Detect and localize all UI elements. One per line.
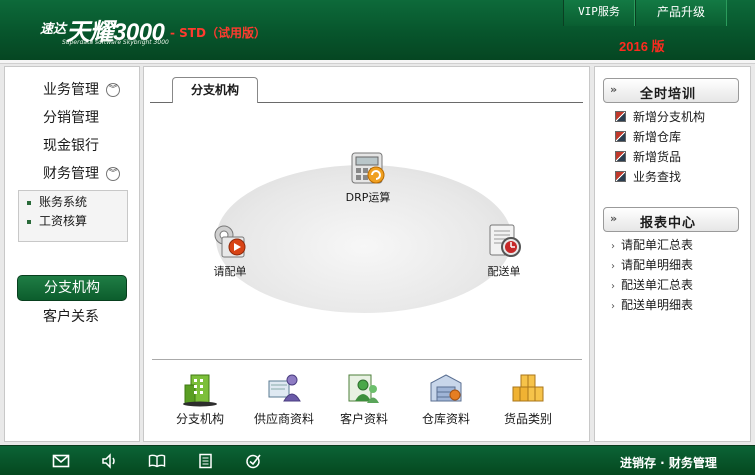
link-label: 新增分支机构 <box>633 110 706 124</box>
link-label: 新增货品 <box>633 150 682 164</box>
link-label: 业务查找 <box>633 170 682 184</box>
report-request-detail[interactable]: › 请配单明细表 <box>611 256 693 274</box>
report-label: 请配单明细表 <box>621 258 694 272</box>
book-icon <box>615 171 626 182</box>
bottom-item-label: 供应商资料 <box>253 412 314 426</box>
submenu-item-accounts[interactable]: 账务系统 <box>27 194 87 210</box>
report-center-header[interactable]: » 报表中心 <box>603 207 739 232</box>
left-sidebar: 业务管理 ︾ 分销管理 现金银行 财务管理 ︾ 账务系统 工资核算 分支机构 客… <box>4 66 140 442</box>
bottom-item-label: 货品类别 <box>503 412 552 426</box>
training-section-header[interactable]: » 全时培训 <box>603 78 739 103</box>
bullet-icon <box>27 200 31 205</box>
vip-service-button[interactable]: VIP服务 <box>563 0 635 26</box>
report-request-summary[interactable]: › 请配单汇总表 <box>611 236 693 254</box>
link-add-warehouse[interactable]: 新增仓库 <box>615 128 681 146</box>
warehouse-icon <box>430 374 462 402</box>
right-panel: » 全时培训 新增分支机构 新增仓库 新增货品 业务查找 » 报表中心 › 请配单… <box>594 66 751 442</box>
drp-calc-icon <box>351 152 385 184</box>
flow-node-drp[interactable]: DRP运算 <box>340 147 396 205</box>
flow-node-label: 配送单 <box>487 265 521 278</box>
report-label: 配送单汇总表 <box>621 278 694 292</box>
flow-node-label: DRP运算 <box>345 191 391 204</box>
section-title: 全时培训 <box>640 87 697 102</box>
submenu-item-payroll[interactable]: 工资核算 <box>27 213 87 229</box>
customer-item[interactable]: 客户资料 <box>328 371 400 427</box>
submenu-item-label: 账务系统 <box>39 195 88 209</box>
link-business-search[interactable]: 业务查找 <box>615 168 681 186</box>
section-title: 报表中心 <box>640 216 697 231</box>
speaker-icon[interactable] <box>101 453 119 469</box>
product-upgrade-button[interactable]: 产品升级 <box>635 0 727 26</box>
delivery-order-icon <box>489 224 521 257</box>
report-delivery-detail[interactable]: › 配送单明细表 <box>611 296 693 314</box>
double-chevron-right-icon: » <box>610 83 618 96</box>
customer-icon <box>348 374 379 403</box>
branch-item[interactable]: 分支机构 <box>164 371 236 427</box>
app-header: 速达 天耀3000 Superdata software Skybright 3… <box>0 0 755 60</box>
status-text: 进销存 · 财务管理 <box>620 456 717 470</box>
double-chevron-right-icon: » <box>610 212 618 225</box>
report-label: 请配单汇总表 <box>621 238 694 252</box>
check-circle-icon[interactable] <box>245 453 263 469</box>
sidebar-item-finance[interactable]: 财务管理 <box>43 164 99 184</box>
book-icon <box>615 131 626 142</box>
bottom-divider <box>152 359 582 360</box>
building-icon <box>183 374 217 407</box>
sidebar-item-crm[interactable]: 客户关系 <box>43 307 99 327</box>
bullet-icon <box>27 219 31 224</box>
arrow-right-icon: › <box>611 241 615 252</box>
arrow-right-icon: › <box>611 301 615 312</box>
link-add-goods[interactable]: 新增货品 <box>615 148 681 166</box>
logo-subtitle: Superdata software Skybright 3000 <box>62 39 169 46</box>
logo-edition: - STD（试用版） <box>170 26 266 40</box>
sidebar-item-branch[interactable]: 分支机构 <box>17 275 127 301</box>
bottom-item-label: 仓库资料 <box>421 412 470 426</box>
warehouse-item[interactable]: 仓库资料 <box>410 371 482 427</box>
bottom-item-label: 分支机构 <box>175 412 224 426</box>
sidebar-item-business[interactable]: 业务管理 <box>43 80 99 100</box>
bottom-item-label: 客户资料 <box>339 412 388 426</box>
link-add-branch[interactable]: 新增分支机构 <box>615 108 705 126</box>
book-icon <box>615 111 626 122</box>
tab-branch[interactable]: 分支机构 <box>172 77 258 103</box>
top-button-group: VIP服务 产品升级 <box>563 0 727 26</box>
document-icon[interactable] <box>197 453 215 469</box>
report-delivery-summary[interactable]: › 配送单汇总表 <box>611 276 693 294</box>
main-panel: 分支机构 DRP运算 请配单 配送单 分支机构 供应商资料 客户资料 仓库资料 … <box>143 66 590 442</box>
goods-category-item[interactable]: 货品类别 <box>492 371 564 427</box>
request-order-icon <box>214 225 246 258</box>
flow-node-label: 请配单 <box>213 265 247 278</box>
status-bar: 进销存 · 财务管理 <box>0 445 755 475</box>
flow-node-delivery-order[interactable]: 配送单 <box>478 221 530 279</box>
chevron-down-icon[interactable]: ︾ <box>106 167 120 181</box>
year-badge: 2016 版 <box>619 39 665 54</box>
chevron-down-icon[interactable]: ︾ <box>106 83 120 97</box>
sidebar-item-cash-bank[interactable]: 现金银行 <box>43 136 99 156</box>
book-icon[interactable] <box>148 453 166 469</box>
book-icon <box>615 151 626 162</box>
link-label: 新增仓库 <box>633 130 682 144</box>
finance-submenu: 账务系统 工资核算 <box>18 190 128 242</box>
goods-boxes-icon <box>512 374 544 402</box>
mail-icon[interactable] <box>52 453 70 469</box>
sidebar-item-distribution[interactable]: 分销管理 <box>43 108 99 128</box>
supplier-item[interactable]: 供应商资料 <box>248 371 320 427</box>
report-label: 配送单明细表 <box>621 298 694 312</box>
submenu-item-label: 工资核算 <box>39 214 88 228</box>
flow-node-request-order[interactable]: 请配单 <box>204 221 256 279</box>
logo-brand-cn: 速达 <box>40 22 67 37</box>
arrow-right-icon: › <box>611 261 615 272</box>
arrow-right-icon: › <box>611 281 615 292</box>
supplier-icon <box>268 374 301 402</box>
